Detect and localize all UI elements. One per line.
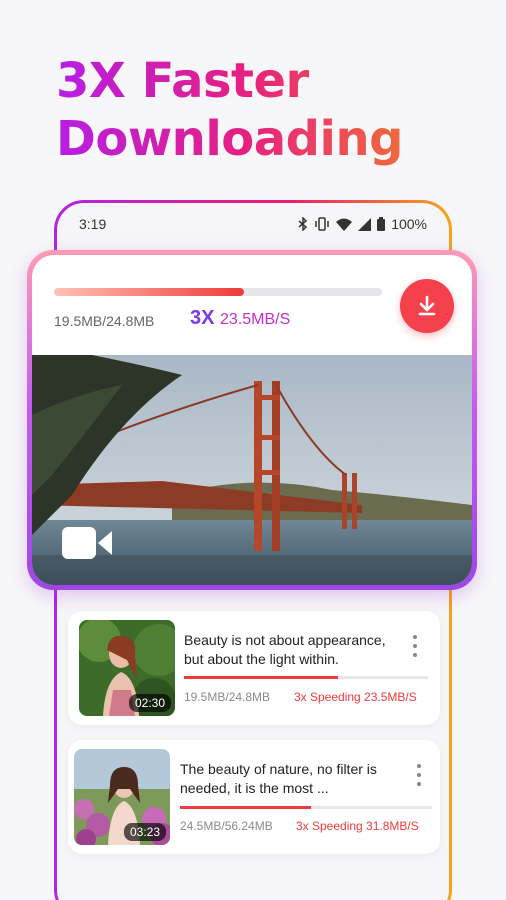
status-bar: 3:19 100% [57,203,449,245]
file-size: 19.5MB/24.8MB [184,690,271,704]
duration-badge: 03:23 [123,823,166,841]
download-speed: 3x Speeding 31.8MB/S [296,819,419,833]
download-progress-bar [180,806,432,809]
speed-indicator: 3X 23.5MB/S [190,307,290,330]
headline-line-1: 3X Faster [56,53,309,109]
list-item[interactable]: 03:23 The beauty of nature, no filter is… [68,740,440,854]
more-options-icon[interactable] [412,764,426,786]
progress-fill [184,676,338,679]
download-speed: 3x Speeding 23.5MB/S [294,690,417,704]
battery-icon [377,217,386,231]
signal-icon [358,217,372,231]
duration-badge: 02:30 [128,694,171,712]
wifi-icon [336,218,353,231]
download-progress-bar [184,676,428,679]
headline: 3X Faster Downloading [56,52,403,168]
downloaded-size: 19.5MB/24.8MB [54,313,155,329]
more-options-icon[interactable] [408,635,422,657]
video-thumbnail[interactable]: 02:30 [79,620,175,716]
video-title: The beauty of nature, no filter is neede… [180,761,377,796]
speed-value: 23.5MB/S [220,311,291,328]
speed-multiplier: 3X [190,307,215,329]
list-item[interactable]: 02:30 Beauty is not about appearance, bu… [68,611,440,725]
main-progress-fill [54,288,245,296]
vibrate-icon [315,217,329,231]
active-download-card[interactable]: 19.5MB/24.8MB 3X 23.5MB/S [27,250,477,590]
video-preview[interactable] [32,355,472,585]
bluetooth-icon [298,217,308,231]
progress-fill [180,806,312,809]
headline-line-2: Downloading [56,111,403,167]
main-progress-bar [54,288,382,296]
file-size: 24.5MB/56.24MB [180,819,273,833]
download-button[interactable] [400,279,454,333]
download-icon [418,295,436,316]
status-time: 3:19 [79,216,107,232]
video-thumbnail[interactable]: 03:23 [74,749,170,845]
video-camera-icon [62,527,112,559]
video-title: Beauty is not about appearance, but abou… [184,632,386,667]
battery-level: 100% [391,216,427,232]
